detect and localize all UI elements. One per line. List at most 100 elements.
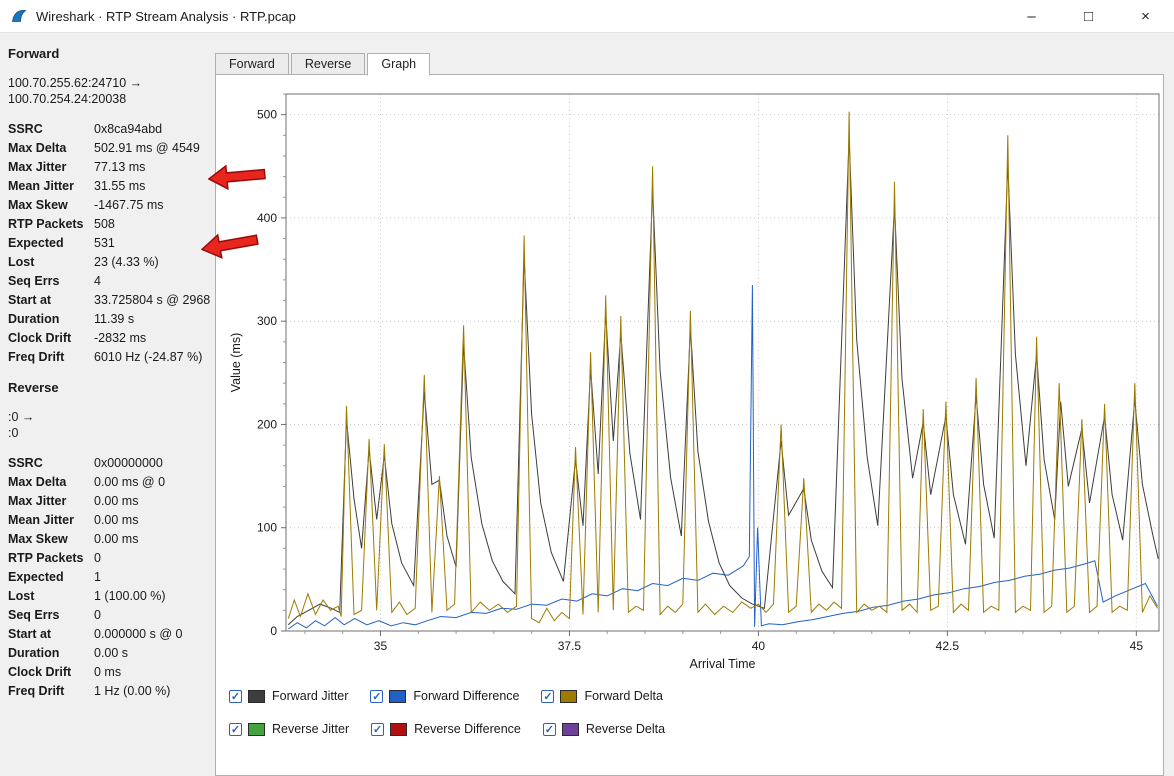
svg-text:35: 35 [374, 639, 388, 653]
stat-label: Clock Drift [8, 329, 94, 348]
stat-row: Freq Drift6010 Hz (-24.87 %) [8, 348, 214, 367]
window-controls: – □ × [1003, 0, 1174, 32]
stat-value: 502.91 ms @ 4549 [94, 139, 214, 158]
legend-item-forward-delta: ✓ Forward Delta [541, 689, 663, 703]
stat-label: Max Delta [8, 139, 94, 158]
stat-row: Expected531 [8, 234, 214, 253]
stat-value: 11.39 s [94, 310, 214, 329]
color-swatch-forward-jitter [248, 690, 265, 703]
stat-value: 0x00000000 [94, 454, 214, 473]
stat-row: Max Jitter0.00 ms [8, 492, 214, 511]
stat-label: Max Delta [8, 473, 94, 492]
stat-value: 4 [94, 272, 214, 291]
checkbox-forward-jitter[interactable]: ✓ [229, 690, 242, 703]
stat-label: Lost [8, 253, 94, 272]
stat-label: Mean Jitter [8, 511, 94, 530]
stat-value: 531 [94, 234, 214, 253]
stat-label: Seq Errs [8, 272, 94, 291]
stat-label: RTP Packets [8, 215, 94, 234]
stat-row: SSRC0x8ca94abd [8, 120, 214, 139]
reverse-stats-list: SSRC0x00000000Max Delta0.00 ms @ 0Max Ji… [8, 454, 214, 701]
checkbox-forward-difference[interactable]: ✓ [370, 690, 383, 703]
color-swatch-forward-delta [560, 690, 577, 703]
stat-value: 6010 Hz (-24.87 %) [94, 348, 214, 367]
stat-label: Expected [8, 234, 94, 253]
stat-row: Mean Jitter31.55 ms [8, 177, 214, 196]
stat-label: Max Jitter [8, 158, 94, 177]
stat-label: Expected [8, 568, 94, 587]
color-swatch-reverse-jitter [248, 723, 265, 736]
stat-row: Seq Errs4 [8, 272, 214, 291]
svg-text:100: 100 [257, 521, 277, 535]
stat-value: 508 [94, 215, 214, 234]
maximize-button[interactable]: □ [1060, 0, 1117, 32]
svg-text:300: 300 [257, 314, 277, 328]
color-swatch-reverse-delta [562, 723, 579, 736]
checkbox-reverse-difference[interactable]: ✓ [371, 723, 384, 736]
stat-row: Freq Drift1 Hz (0.00 %) [8, 682, 214, 701]
reverse-heading: Reverse [8, 380, 214, 395]
legend-item-reverse-delta: ✓Reverse Delta [543, 722, 665, 736]
legend-item-forward-difference: ✓Forward Difference [370, 689, 519, 703]
stat-row: Max Delta502.91 ms @ 4549 [8, 139, 214, 158]
stat-row: Clock Drift-2832 ms [8, 329, 214, 348]
stat-row: Max Jitter77.13 ms [8, 158, 214, 177]
stat-row: Duration0.00 s [8, 644, 214, 663]
stat-row: RTP Packets508 [8, 215, 214, 234]
legend-item-reverse-jitter: ✓ Reverse Jitter [229, 722, 349, 736]
titlebar: Wireshark · RTP Stream Analysis · RTP.pc… [0, 0, 1174, 33]
stat-value: 0 [94, 606, 214, 625]
color-swatch-forward-difference [389, 690, 406, 703]
stat-row: Start at33.725804 s @ 2968 [8, 291, 214, 310]
stat-value: 0.000000 s @ 0 [94, 625, 214, 644]
svg-text:Arrival Time: Arrival Time [690, 657, 756, 671]
stat-value: 1 [94, 568, 214, 587]
stat-label: Max Skew [8, 196, 94, 215]
tab-reverse[interactable]: Reverse [291, 53, 366, 75]
legend-label: Reverse Difference [414, 722, 521, 736]
stat-value: 0 [94, 549, 214, 568]
stat-label: RTP Packets [8, 549, 94, 568]
forward-address: 100.70.255.62:24710 → 100.70.254.24:2003… [8, 75, 214, 107]
stream-stats-sidebar: Forward 100.70.255.62:24710 → 100.70.254… [0, 32, 214, 745]
legend-label: Forward Jitter [272, 689, 348, 703]
analysis-main-area: ForwardReverseGraph 01002003004005003537… [215, 53, 1166, 745]
stat-row: Start at0.000000 s @ 0 [8, 625, 214, 644]
svg-text:0: 0 [270, 624, 277, 638]
rtp-graph-chart[interactable]: 01002003004005003537.54042.545Value (ms)… [224, 83, 1164, 683]
stat-row: Max Skew0.00 ms [8, 530, 214, 549]
stat-label: Lost [8, 587, 94, 606]
stat-row: Clock Drift0 ms [8, 663, 214, 682]
stat-label: Mean Jitter [8, 177, 94, 196]
graph-legend: ✓Forward Jitter✓Forward Difference✓Forwa… [229, 686, 1163, 739]
stat-label: Duration [8, 310, 94, 329]
checkbox-reverse-jitter[interactable]: ✓ [229, 723, 242, 736]
checkbox-reverse-delta[interactable]: ✓ [543, 723, 556, 736]
close-button[interactable]: × [1117, 0, 1174, 32]
svg-text:45: 45 [1130, 639, 1144, 653]
legend-row: ✓ Reverse Jitter ✓ Reverse Difference ✓Rever… [229, 719, 1163, 739]
legend-label: Forward Delta [584, 689, 663, 703]
stat-value: 1 Hz (0.00 %) [94, 682, 214, 701]
legend-label: Reverse Jitter [272, 722, 349, 736]
stat-value: 23 (4.33 %) [94, 253, 214, 272]
stat-value: 0.00 ms [94, 530, 214, 549]
stat-value: 77.13 ms [94, 158, 214, 177]
tab-bar: ForwardReverseGraph [215, 53, 1166, 75]
color-swatch-reverse-difference [390, 723, 407, 736]
tab-forward[interactable]: Forward [215, 53, 289, 75]
stat-row: Max Delta0.00 ms @ 0 [8, 473, 214, 492]
tab-graph[interactable]: Graph [367, 53, 430, 76]
stat-label: Start at [8, 291, 94, 310]
stat-row: Duration11.39 s [8, 310, 214, 329]
checkbox-forward-delta[interactable]: ✓ [541, 690, 554, 703]
forward-address-destination: 100.70.254.24:20038 [8, 91, 214, 107]
window-title: Wireshark · RTP Stream Analysis · RTP.pc… [36, 9, 296, 24]
legend-item-forward-jitter: ✓ Forward Jitter [229, 689, 348, 703]
svg-text:37.5: 37.5 [558, 639, 582, 653]
minimize-button[interactable]: – [1003, 0, 1060, 32]
legend-item-reverse-difference: ✓ Reverse Difference [371, 722, 521, 736]
stat-row: SSRC0x00000000 [8, 454, 214, 473]
reverse-address-destination: :0 [8, 425, 214, 441]
stat-row: Lost1 (100.00 %) [8, 587, 214, 606]
